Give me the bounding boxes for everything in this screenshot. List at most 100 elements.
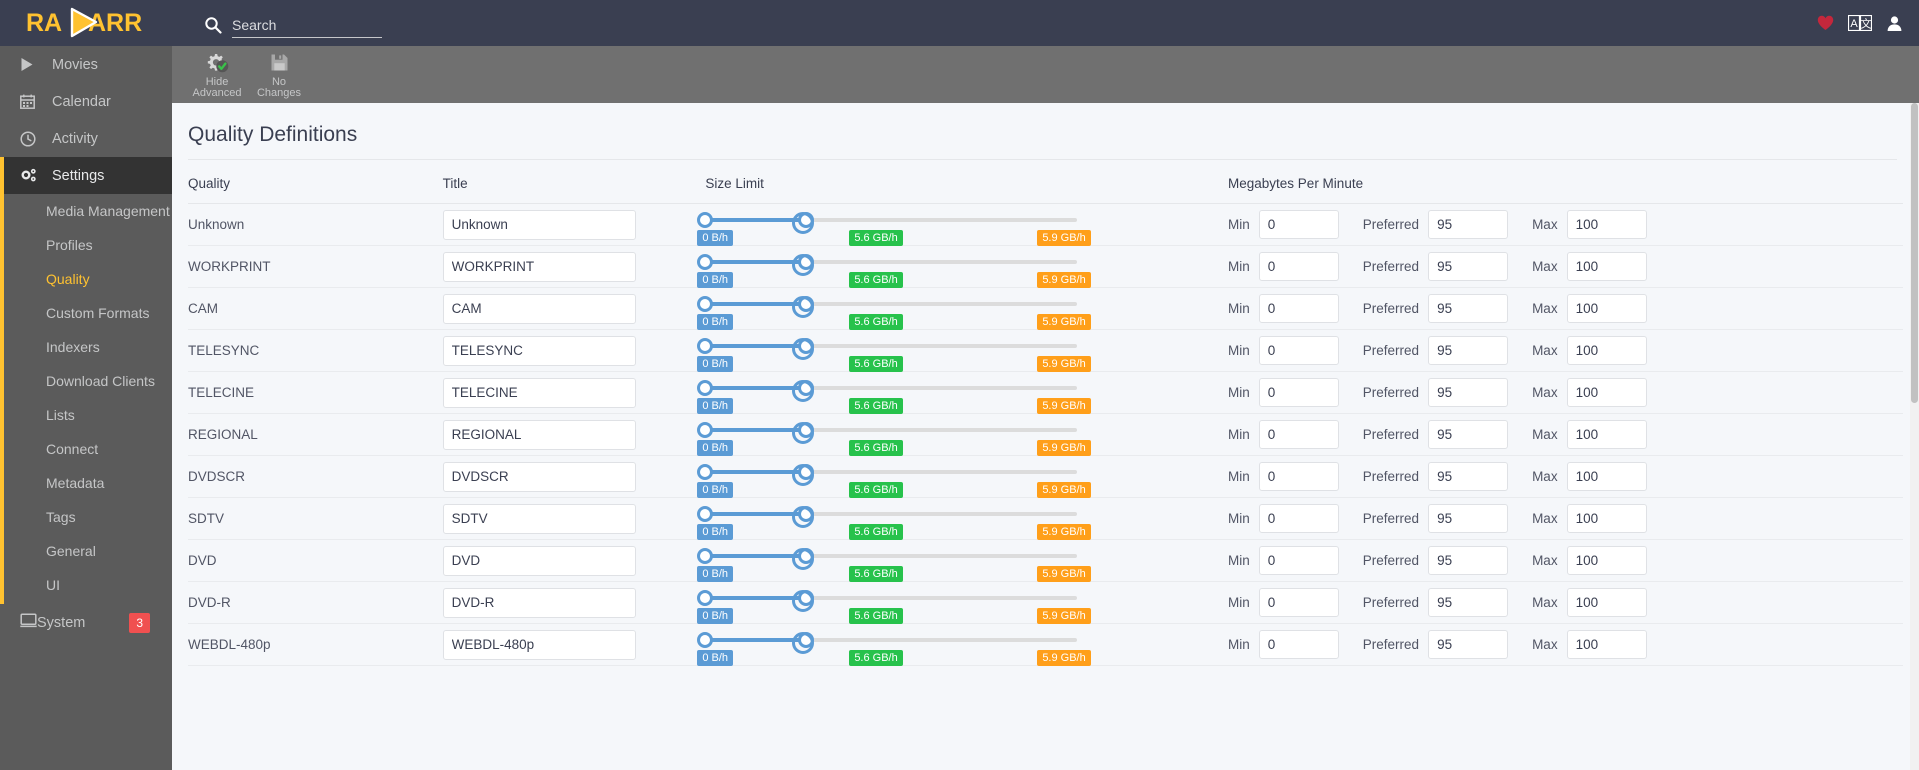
preferred-input[interactable]: [1428, 252, 1509, 281]
max-input[interactable]: [1566, 420, 1647, 449]
sidebar-item-movies[interactable]: Movies: [0, 46, 172, 83]
size-limit-slider[interactable]: 0 B/h 5.6 GB/h 5.9 GB/h: [697, 582, 1091, 624]
min-input[interactable]: [1258, 588, 1339, 617]
slider-handle-preferred[interactable]: [792, 254, 815, 276]
size-limit-slider[interactable]: 0 B/h 5.6 GB/h 5.9 GB/h: [697, 372, 1091, 414]
preferred-input[interactable]: [1428, 588, 1509, 617]
slider-handle-preferred[interactable]: [792, 380, 815, 402]
min-input[interactable]: [1258, 252, 1339, 281]
title-input[interactable]: [442, 377, 636, 408]
slider-handle-min[interactable]: [697, 422, 714, 438]
min-input[interactable]: [1258, 630, 1339, 659]
sidebar-item-settings[interactable]: Settings: [0, 157, 172, 194]
max-input[interactable]: [1566, 378, 1647, 407]
translate-icon[interactable]: A 文: [1848, 15, 1872, 31]
size-limit-slider[interactable]: 0 B/h 5.6 GB/h 5.9 GB/h: [697, 414, 1091, 456]
sidebar-item-system[interactable]: System 3: [0, 604, 172, 641]
sidebar-item-tags[interactable]: Tags: [0, 500, 172, 534]
sidebar-item-activity[interactable]: Activity: [0, 120, 172, 157]
min-input[interactable]: [1258, 210, 1339, 239]
title-input[interactable]: [442, 503, 636, 534]
preferred-input[interactable]: [1428, 378, 1509, 407]
slider-handle-preferred[interactable]: [792, 338, 815, 360]
slider-handle-preferred[interactable]: [792, 422, 815, 444]
sidebar-item-calendar[interactable]: Calendar: [0, 83, 172, 120]
slider-handle-preferred[interactable]: [792, 212, 815, 234]
min-input[interactable]: [1258, 462, 1339, 491]
max-input[interactable]: [1566, 462, 1647, 491]
title-input[interactable]: [442, 587, 636, 618]
scrollbar-thumb[interactable]: [1911, 103, 1918, 403]
slider-handle-min[interactable]: [697, 338, 714, 354]
no-changes-button[interactable]: No Changes: [248, 50, 310, 100]
max-input[interactable]: [1566, 336, 1647, 365]
slider-handle-preferred[interactable]: [792, 506, 815, 528]
hide-advanced-button[interactable]: Hide Advanced: [186, 50, 248, 100]
preferred-input[interactable]: [1428, 420, 1509, 449]
preferred-input[interactable]: [1428, 504, 1509, 533]
max-input[interactable]: [1566, 252, 1647, 281]
min-input[interactable]: [1258, 504, 1339, 533]
slider-handle-min[interactable]: [697, 464, 714, 480]
max-input[interactable]: [1566, 588, 1647, 617]
preferred-input[interactable]: [1428, 546, 1509, 575]
size-limit-slider[interactable]: 0 B/h 5.6 GB/h 5.9 GB/h: [697, 624, 1091, 666]
max-input[interactable]: [1566, 546, 1647, 575]
user-account-icon[interactable]: [1886, 15, 1903, 32]
preferred-input[interactable]: [1428, 294, 1509, 323]
max-input[interactable]: [1566, 294, 1647, 323]
min-input[interactable]: [1258, 336, 1339, 365]
slider-handle-min[interactable]: [697, 296, 714, 312]
slider-handle-preferred[interactable]: [792, 464, 815, 486]
min-input[interactable]: [1258, 420, 1339, 449]
preferred-input[interactable]: [1428, 462, 1509, 491]
min-input[interactable]: [1258, 378, 1339, 407]
heart-icon[interactable]: [1817, 15, 1834, 31]
title-input[interactable]: [442, 545, 636, 576]
sidebar-item-media-management[interactable]: Media Management: [0, 194, 172, 228]
title-input[interactable]: [442, 251, 636, 282]
min-input[interactable]: [1258, 294, 1339, 323]
max-input[interactable]: [1566, 630, 1647, 659]
sidebar-item-metadata[interactable]: Metadata: [0, 466, 172, 500]
radarr-logo[interactable]: RA ARR: [0, 0, 172, 46]
sidebar-item-quality[interactable]: Quality: [0, 262, 172, 296]
title-input[interactable]: [442, 293, 636, 324]
preferred-input[interactable]: [1428, 630, 1509, 659]
slider-handle-preferred[interactable]: [792, 296, 815, 318]
slider-handle-preferred[interactable]: [792, 590, 815, 612]
min-input[interactable]: [1258, 546, 1339, 575]
preferred-input[interactable]: [1428, 336, 1509, 365]
sidebar-item-custom-formats[interactable]: Custom Formats: [0, 296, 172, 330]
max-input[interactable]: [1566, 504, 1647, 533]
vertical-scrollbar[interactable]: [1910, 103, 1919, 770]
sidebar-item-download-clients[interactable]: Download Clients: [0, 364, 172, 398]
size-limit-slider[interactable]: 0 B/h 5.6 GB/h 5.9 GB/h: [697, 498, 1091, 540]
size-limit-slider[interactable]: 0 B/h 5.6 GB/h 5.9 GB/h: [697, 540, 1091, 582]
sidebar-item-general[interactable]: General: [0, 534, 172, 568]
slider-handle-min[interactable]: [697, 548, 714, 564]
slider-handle-min[interactable]: [697, 254, 714, 270]
slider-handle-preferred[interactable]: [792, 632, 815, 654]
slider-handle-min[interactable]: [697, 590, 714, 606]
sidebar-item-lists[interactable]: Lists: [0, 398, 172, 432]
size-limit-slider[interactable]: 0 B/h 5.6 GB/h 5.9 GB/h: [697, 204, 1091, 246]
title-input[interactable]: [442, 461, 636, 492]
sidebar-item-indexers[interactable]: Indexers: [0, 330, 172, 364]
slider-handle-preferred[interactable]: [792, 548, 815, 570]
slider-handle-min[interactable]: [697, 506, 714, 522]
slider-handle-min[interactable]: [697, 632, 714, 648]
size-limit-slider[interactable]: 0 B/h 5.6 GB/h 5.9 GB/h: [697, 288, 1091, 330]
sidebar-item-profiles[interactable]: Profiles: [0, 228, 172, 262]
sidebar-item-connect[interactable]: Connect: [0, 432, 172, 466]
size-limit-slider[interactable]: 0 B/h 5.6 GB/h 5.9 GB/h: [697, 456, 1091, 498]
title-input[interactable]: [442, 419, 636, 450]
preferred-input[interactable]: [1428, 210, 1509, 239]
title-input[interactable]: [442, 209, 636, 240]
size-limit-slider[interactable]: 0 B/h 5.6 GB/h 5.9 GB/h: [697, 246, 1091, 288]
size-limit-slider[interactable]: 0 B/h 5.6 GB/h 5.9 GB/h: [697, 330, 1091, 372]
slider-handle-min[interactable]: [697, 212, 714, 228]
slider-handle-min[interactable]: [697, 380, 714, 396]
search-input[interactable]: [232, 15, 382, 38]
sidebar-item-ui[interactable]: UI: [0, 568, 172, 602]
